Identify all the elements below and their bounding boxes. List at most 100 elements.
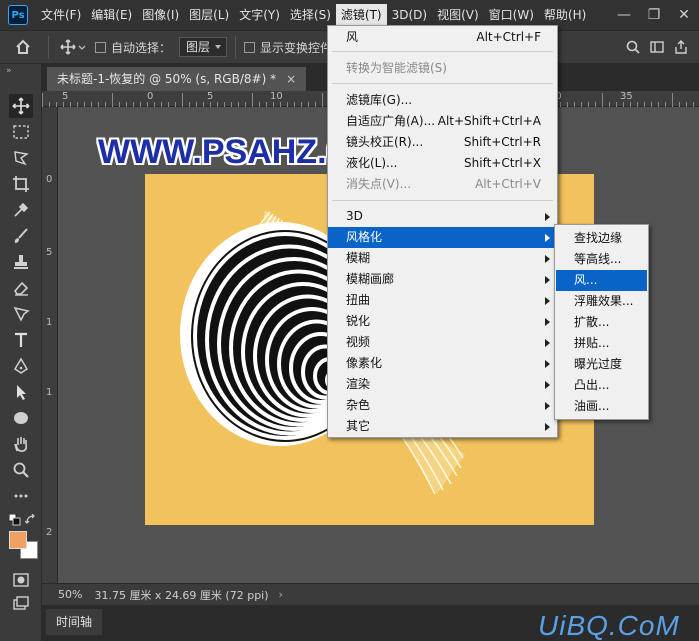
- filter-menu-item-pixelate[interactable]: 像素化: [328, 353, 557, 374]
- ruler-top-label: 5: [207, 91, 214, 102]
- zoom-level[interactable]: 50%: [58, 588, 82, 601]
- default-colors-icon[interactable]: [8, 513, 21, 529]
- menu-type[interactable]: 文字(Y): [234, 4, 285, 26]
- auto-select-label: 自动选择：: [111, 40, 172, 55]
- swap-colors-icon[interactable]: [24, 513, 37, 529]
- menu-separator: [332, 200, 553, 201]
- filter-menu-item-distort[interactable]: 扭曲: [328, 290, 557, 311]
- filter-menu-item-noise[interactable]: 杂色: [328, 395, 557, 416]
- site-logo-text: UiBQ.CoM: [538, 610, 680, 641]
- menu-image[interactable]: 图像(I): [137, 4, 184, 26]
- menu-help[interactable]: 帮助(H): [539, 4, 591, 26]
- move-icon[interactable]: [9, 94, 33, 118]
- filter-menu-item-blur[interactable]: 模糊: [328, 248, 557, 269]
- close-tab-icon[interactable]: ×: [286, 72, 296, 86]
- menu-item-label: 消失点(V)...: [346, 177, 412, 191]
- eyedropper-icon[interactable]: [9, 198, 33, 222]
- more-icon[interactable]: [9, 484, 33, 508]
- filter-menu-item-stylize[interactable]: 风格化: [328, 227, 557, 248]
- document-tab[interactable]: 未标题-1-恢复的 @ 50% (s, RGB/8#) * ×: [47, 67, 307, 91]
- menu-item-shortcut: Shift+Ctrl+X: [464, 156, 541, 170]
- stylize-item-trace-contour[interactable]: 等高线...: [556, 249, 647, 270]
- share-icon[interactable]: [673, 35, 689, 59]
- crop-icon[interactable]: [9, 172, 33, 196]
- filter-menu-item-3d[interactable]: 3D: [328, 206, 557, 227]
- stylize-item-extrude[interactable]: 凸出...: [556, 375, 647, 396]
- zoom-icon[interactable]: [9, 458, 33, 482]
- menu-view[interactable]: 视图(V): [432, 4, 484, 26]
- timeline-tab[interactable]: 时间轴: [46, 609, 103, 635]
- menu-edit[interactable]: 编辑(E): [86, 4, 137, 26]
- screen-mode-icon[interactable]: [9, 592, 33, 616]
- menu-item-shortcut: Alt+Shift+Ctrl+A: [437, 114, 541, 128]
- minimize-icon[interactable]: —: [609, 0, 639, 30]
- collapse-panel-icon[interactable]: »: [6, 66, 12, 76]
- menu-item-label: 视频: [346, 335, 371, 349]
- submenu-arrow-icon: [545, 255, 550, 263]
- menu-separator: [332, 83, 553, 84]
- stylize-item-tiles[interactable]: 拼贴...: [556, 333, 647, 354]
- menu-layer[interactable]: 图层(L): [184, 4, 234, 26]
- menu-select[interactable]: 选择(S): [285, 4, 336, 26]
- brush-icon[interactable]: [9, 224, 33, 248]
- restore-icon[interactable]: ❐: [639, 0, 669, 30]
- menu-file[interactable]: 文件(F): [36, 4, 86, 26]
- show-transform-checkbox[interactable]: [244, 41, 256, 53]
- lasso-icon[interactable]: [9, 146, 33, 170]
- close-icon[interactable]: ✕: [669, 0, 699, 30]
- stylize-item-diffuse[interactable]: 扩散...: [556, 312, 647, 333]
- foreground-color-swatch[interactable]: [9, 531, 27, 549]
- stylize-submenu: 查找边缘 等高线... 风... 浮雕效果... 扩散... 拼贴... 曝光过…: [554, 224, 649, 420]
- filter-menu-item-sharpen[interactable]: 锐化: [328, 311, 557, 332]
- stamp-icon[interactable]: [9, 250, 33, 274]
- hand-icon[interactable]: [9, 432, 33, 456]
- auto-select-target-dropdown[interactable]: 图层: [179, 37, 228, 57]
- filter-menu-item-liquify[interactable]: 液化(L)... Shift+Ctrl+X: [328, 153, 557, 174]
- ruler-left-label: 5: [46, 247, 53, 258]
- filter-menu-item-other[interactable]: 其它: [328, 416, 557, 437]
- document-size: 31.75 厘米 x 24.69 厘米 (72 ppi): [94, 588, 269, 602]
- menu-item-shortcut: Alt+Ctrl+V: [475, 177, 541, 191]
- selection-arrow-icon[interactable]: [9, 380, 33, 404]
- photoshop-logo-icon[interactable]: Ps: [8, 5, 28, 25]
- filter-menu-item-lens-correction[interactable]: 镜头校正(R)... Shift+Ctrl+R: [328, 132, 557, 153]
- type-icon[interactable]: [9, 328, 33, 352]
- menu-window[interactable]: 窗口(W): [484, 4, 539, 26]
- stylize-item-find-edges[interactable]: 查找边缘: [556, 228, 647, 249]
- stylize-item-wind[interactable]: 风...: [556, 270, 647, 291]
- menu-filter[interactable]: 滤镜(T): [335, 4, 387, 26]
- filter-menu-item-filter-gallery[interactable]: 滤镜库(G)...: [328, 90, 557, 111]
- filter-menu-item-last-filter[interactable]: 风 Alt+Ctrl+F: [328, 27, 557, 48]
- stylize-item-solarize[interactable]: 曝光过度: [556, 354, 647, 375]
- filter-menu-item-video[interactable]: 视频: [328, 332, 557, 353]
- marquee-icon[interactable]: [9, 120, 33, 144]
- menu-item-label: 自适应广角(A)...: [346, 114, 436, 128]
- search-icon[interactable]: [625, 35, 641, 59]
- auto-select-checkbox[interactable]: [95, 41, 106, 53]
- submenu-arrow-icon: [545, 360, 550, 368]
- filter-menu: 风 Alt+Ctrl+F 转换为智能滤镜(S) 滤镜库(G)... 自适应广角(…: [327, 25, 558, 438]
- filter-menu-item-smart-filter[interactable]: 转换为智能滤镜(S): [328, 58, 557, 79]
- options-separator: [48, 36, 49, 58]
- filter-menu-item-adaptive-wide-angle[interactable]: 自适应广角(A)... Alt+Shift+Ctrl+A: [328, 111, 557, 132]
- menu-item-label: 渲染: [346, 377, 371, 391]
- filter-menu-item-blur-gallery[interactable]: 模糊画廊: [328, 269, 557, 290]
- stylize-item-emboss[interactable]: 浮雕效果...: [556, 291, 647, 312]
- menu-item-label: 滤镜库(G)...: [346, 93, 413, 107]
- stylize-item-oil-paint[interactable]: 油画...: [556, 396, 647, 417]
- pen-icon[interactable]: [9, 354, 33, 378]
- menu-3d[interactable]: 3D(D): [387, 4, 432, 26]
- submenu-arrow-icon: [545, 318, 550, 326]
- workspace-icon[interactable]: [649, 35, 665, 59]
- ruler-left-label: 1: [46, 387, 53, 398]
- pen-path-icon[interactable]: [9, 302, 33, 326]
- filter-menu-item-render[interactable]: 渲染: [328, 374, 557, 395]
- home-icon[interactable]: [6, 35, 40, 59]
- eraser-icon[interactable]: [9, 276, 33, 300]
- move-tool-preset-icon[interactable]: [57, 35, 89, 59]
- status-menu-chevron-icon[interactable]: ›: [279, 588, 283, 601]
- filter-menu-item-vanishing-point[interactable]: 消失点(V)... Alt+Ctrl+V: [328, 174, 557, 195]
- quick-mask-icon[interactable]: [9, 568, 33, 592]
- ellipse-icon[interactable]: [9, 406, 33, 430]
- ruler-top-label: 0: [147, 91, 154, 102]
